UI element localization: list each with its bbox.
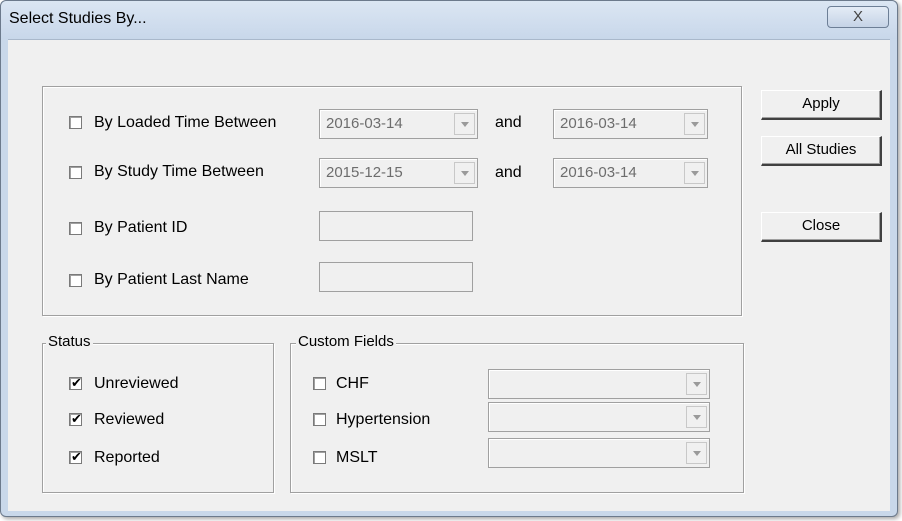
dialog-client-area: By Loaded Time Between 2016-03-14 and 20… bbox=[8, 39, 890, 511]
hypertension-checkbox[interactable] bbox=[313, 413, 326, 426]
checkmark-icon: ✔ bbox=[71, 375, 82, 390]
patient-id-input[interactable] bbox=[319, 211, 473, 241]
chevron-down-icon bbox=[691, 171, 699, 176]
study-time-to-value: 2016-03-14 bbox=[560, 164, 637, 181]
study-time-and-label: and bbox=[495, 164, 522, 181]
close-icon: X bbox=[852, 8, 863, 25]
loaded-time-from-dropdown[interactable]: 2016-03-14 bbox=[319, 109, 478, 139]
chevron-down-icon bbox=[693, 415, 701, 420]
checkmark-icon: ✔ bbox=[71, 449, 82, 464]
patient-id-label: By Patient ID bbox=[94, 219, 188, 236]
close-window-button[interactable]: X bbox=[827, 6, 889, 28]
dialog-title: Select Studies By... bbox=[9, 10, 147, 27]
checkmark-icon: ✔ bbox=[71, 411, 82, 426]
reported-checkbox[interactable]: ✔ bbox=[69, 449, 82, 464]
chevron-down-icon bbox=[461, 122, 469, 127]
study-time-to-dropdown[interactable]: 2016-03-14 bbox=[553, 158, 708, 188]
reported-label: Reported bbox=[94, 449, 160, 466]
loaded-time-label: By Loaded Time Between bbox=[94, 114, 277, 131]
close-button[interactable]: Close bbox=[761, 212, 882, 242]
unreviewed-checkbox[interactable]: ✔ bbox=[69, 375, 82, 390]
chevron-down-icon bbox=[693, 451, 701, 456]
loaded-time-and-label: and bbox=[495, 114, 522, 131]
mslt-dropdown[interactable] bbox=[488, 438, 710, 468]
chf-label: CHF bbox=[336, 375, 369, 392]
hypertension-label: Hypertension bbox=[336, 411, 431, 428]
reviewed-checkbox[interactable]: ✔ bbox=[69, 411, 82, 426]
loaded-time-to-dropdown[interactable]: 2016-03-14 bbox=[553, 109, 708, 139]
hypertension-dropdown[interactable] bbox=[488, 402, 710, 432]
patient-last-name-input[interactable] bbox=[319, 262, 473, 292]
title-bar[interactable]: Select Studies By... X bbox=[1, 1, 897, 39]
study-time-from-dropdown[interactable]: 2015-12-15 bbox=[319, 158, 478, 188]
custom-fields-legend: Custom Fields bbox=[296, 333, 396, 350]
loaded-time-checkbox[interactable] bbox=[69, 116, 82, 129]
chf-dropdown[interactable] bbox=[488, 369, 710, 399]
patient-id-checkbox[interactable] bbox=[69, 222, 82, 235]
study-time-from-value: 2015-12-15 bbox=[326, 164, 403, 181]
study-time-label: By Study Time Between bbox=[94, 163, 264, 180]
loaded-time-to-value: 2016-03-14 bbox=[560, 115, 637, 132]
chevron-down-icon bbox=[461, 171, 469, 176]
chevron-down-icon bbox=[691, 122, 699, 127]
mslt-checkbox[interactable] bbox=[313, 451, 326, 464]
patient-last-name-checkbox[interactable] bbox=[69, 274, 82, 287]
loaded-time-from-value: 2016-03-14 bbox=[326, 115, 403, 132]
study-time-checkbox[interactable] bbox=[69, 166, 82, 179]
chevron-down-icon bbox=[693, 382, 701, 387]
reviewed-label: Reviewed bbox=[94, 411, 165, 428]
status-legend: Status bbox=[46, 333, 93, 350]
dialog-window: Select Studies By... X By Loaded Time Be… bbox=[0, 0, 898, 517]
apply-button[interactable]: Apply bbox=[761, 90, 882, 120]
all-studies-button[interactable]: All Studies bbox=[761, 136, 882, 166]
patient-last-name-label: By Patient Last Name bbox=[94, 271, 249, 288]
mslt-label: MSLT bbox=[336, 449, 378, 466]
unreviewed-label: Unreviewed bbox=[94, 375, 179, 392]
chf-checkbox[interactable] bbox=[313, 377, 326, 390]
